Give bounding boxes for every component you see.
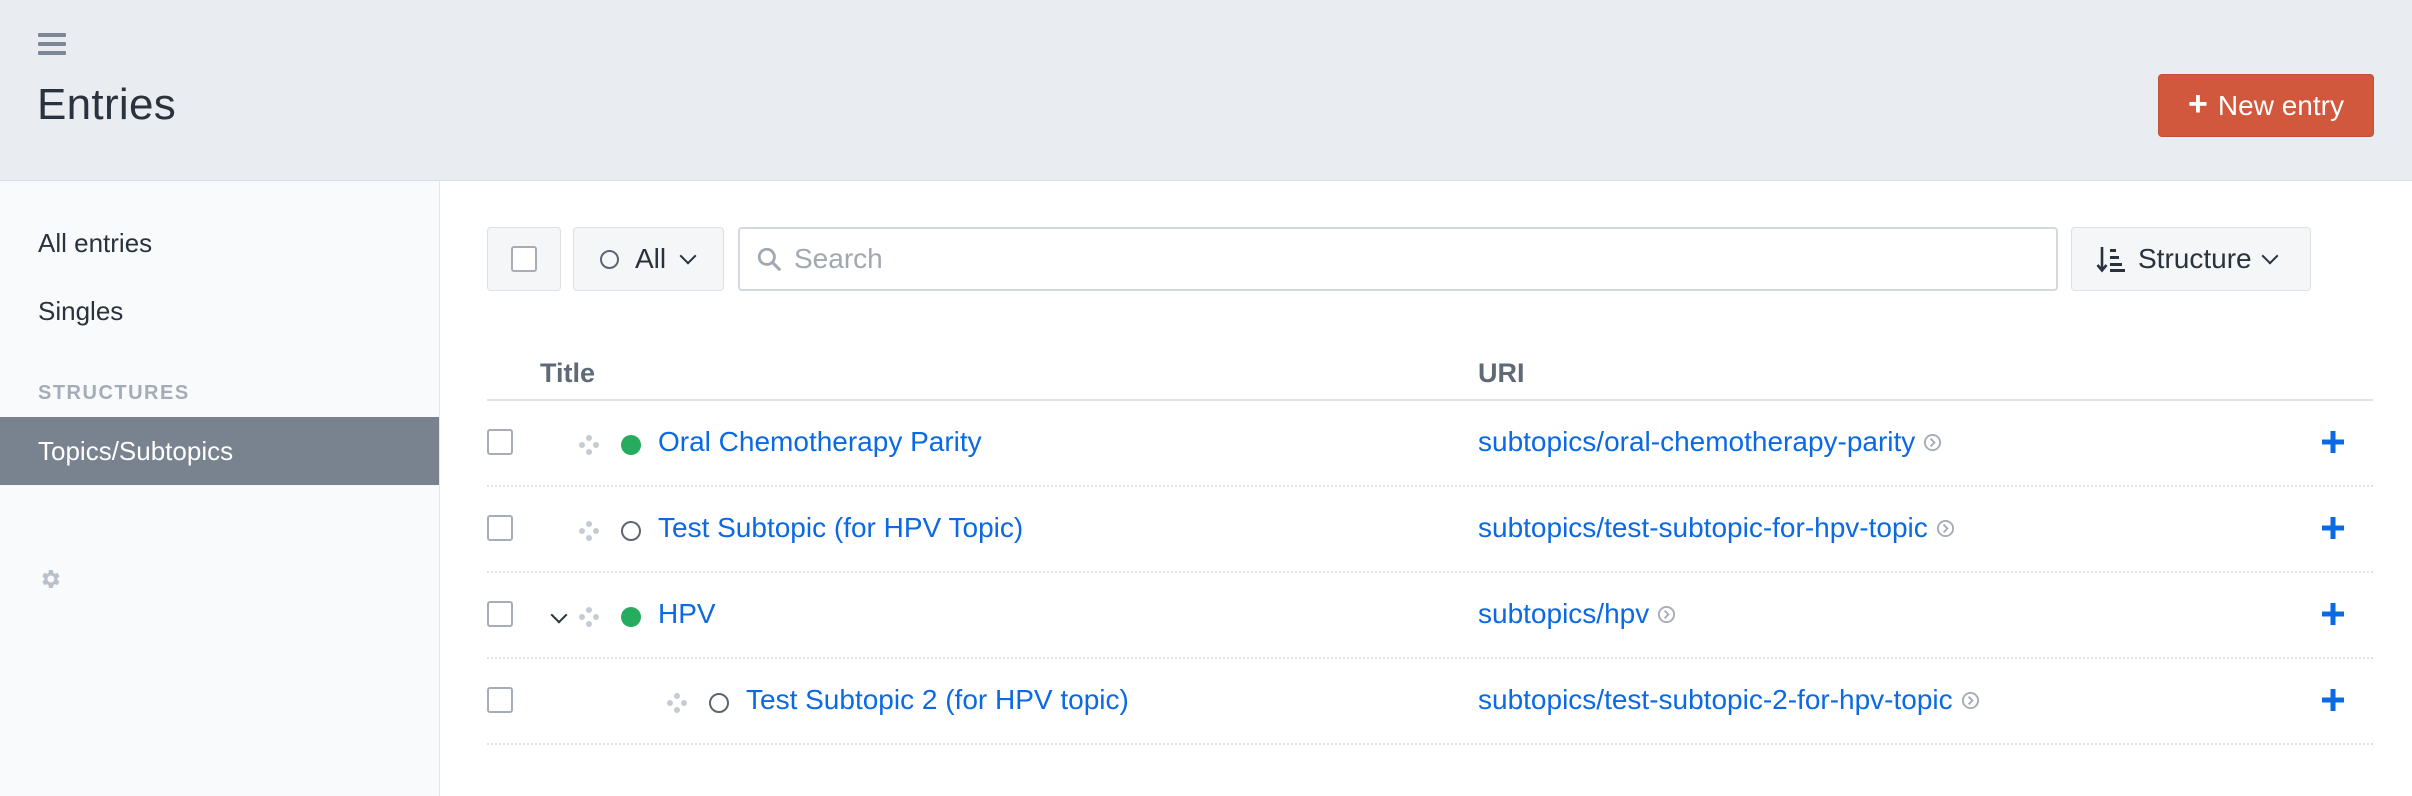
menu-icon[interactable] [38, 33, 68, 55]
external-link-icon [1658, 605, 1676, 623]
entry-title-link[interactable]: Test Subtopic (for HPV Topic) [658, 512, 1023, 544]
entry-title-link[interactable]: HPV [658, 598, 716, 630]
status-filter-button[interactable]: All [573, 227, 724, 291]
sidebar-item-label: Topics/Subtopics [38, 435, 234, 466]
sidebar-item-label: Singles [38, 295, 124, 326]
row-checkbox[interactable] [487, 429, 513, 455]
expand-toggle-chevron-icon[interactable] [550, 606, 568, 624]
sidebar-item-label: All entries [38, 227, 153, 258]
sidebar-heading-structures: STRUCTURES [38, 382, 190, 404]
table-row[interactable]: Test Subtopic 2 (for HPV topic) subtopic… [487, 659, 2373, 745]
table-row[interactable]: Oral Chemotherapy Parity subtopics/oral-… [487, 401, 2373, 487]
chevron-down-icon [2261, 247, 2279, 265]
plus-icon: + [2188, 85, 2208, 123]
status-disabled-indicator [621, 521, 641, 541]
sidebar: All entries Singles STRUCTURES Topics/Su… [0, 181, 440, 796]
move-handle-icon[interactable] [666, 692, 688, 714]
uri-text: subtopics/hpv [1478, 598, 1650, 629]
column-header-uri[interactable]: URI [1478, 358, 1525, 389]
search-icon [757, 247, 781, 271]
select-all-checkbox-wrapper[interactable] [487, 227, 561, 291]
entry-uri-link[interactable]: subtopics/test-subtopic-for-hpv-topic [1478, 512, 1955, 544]
sidebar-item-singles[interactable]: Singles [0, 277, 439, 345]
table-row[interactable]: HPV subtopics/hpv [487, 573, 2373, 659]
row-checkbox[interactable] [487, 601, 513, 627]
move-handle-icon[interactable] [578, 606, 600, 628]
new-entry-label: New entry [2217, 89, 2344, 121]
sort-ascending-icon [2096, 247, 2125, 273]
external-link-icon [1961, 691, 1979, 709]
entry-title-link[interactable]: Test Subtopic 2 (for HPV topic) [746, 684, 1129, 716]
search-input[interactable] [794, 243, 1994, 275]
new-entry-button[interactable]: + New entry [2158, 74, 2374, 137]
uri-text: subtopics/test-subtopic-for-hpv-topic [1478, 512, 1928, 543]
entry-title-link[interactable]: Oral Chemotherapy Parity [658, 426, 982, 458]
move-handle-icon[interactable] [578, 520, 600, 542]
sidebar-item-all-entries[interactable]: All entries [0, 209, 439, 277]
status-circle-icon [600, 249, 619, 269]
page-title: Entries [37, 80, 177, 129]
sidebar-item-topics-subtopics[interactable]: Topics/Subtopics [0, 417, 439, 485]
uri-text: subtopics/test-subtopic-2-for-hpv-topic [1478, 684, 1953, 715]
entry-uri-link[interactable]: subtopics/hpv [1478, 598, 1676, 630]
table-row[interactable]: Test Subtopic (for HPV Topic) subtopics/… [487, 487, 2373, 573]
status-live-indicator [621, 607, 641, 627]
column-header-title[interactable]: Title [540, 358, 595, 389]
add-child-plus-icon[interactable] [2318, 513, 2348, 543]
add-child-plus-icon[interactable] [2318, 599, 2348, 629]
sort-menu-button[interactable]: Structure [2071, 227, 2311, 291]
uri-text: subtopics/oral-chemotherapy-parity [1478, 426, 1916, 457]
status-disabled-indicator [709, 693, 729, 713]
status-live-indicator [621, 435, 641, 455]
row-checkbox[interactable] [487, 687, 513, 713]
row-checkbox[interactable] [487, 515, 513, 541]
add-child-plus-icon[interactable] [2318, 685, 2348, 715]
entry-uri-link[interactable]: subtopics/test-subtopic-2-for-hpv-topic [1478, 684, 1980, 716]
external-link-icon [1924, 433, 1942, 451]
chevron-down-icon [679, 247, 697, 265]
search-box[interactable] [738, 227, 2058, 291]
move-handle-icon[interactable] [578, 434, 600, 456]
select-all-checkbox[interactable] [511, 246, 537, 272]
external-link-icon [1936, 519, 1954, 537]
gear-icon[interactable] [38, 567, 62, 591]
page-header: Entries + New entry [0, 0, 2412, 181]
entry-uri-link[interactable]: subtopics/oral-chemotherapy-parity [1478, 426, 1942, 458]
status-filter-label: All [635, 243, 667, 274]
sort-label: Structure [2138, 243, 2252, 274]
add-child-plus-icon[interactable] [2318, 427, 2348, 457]
